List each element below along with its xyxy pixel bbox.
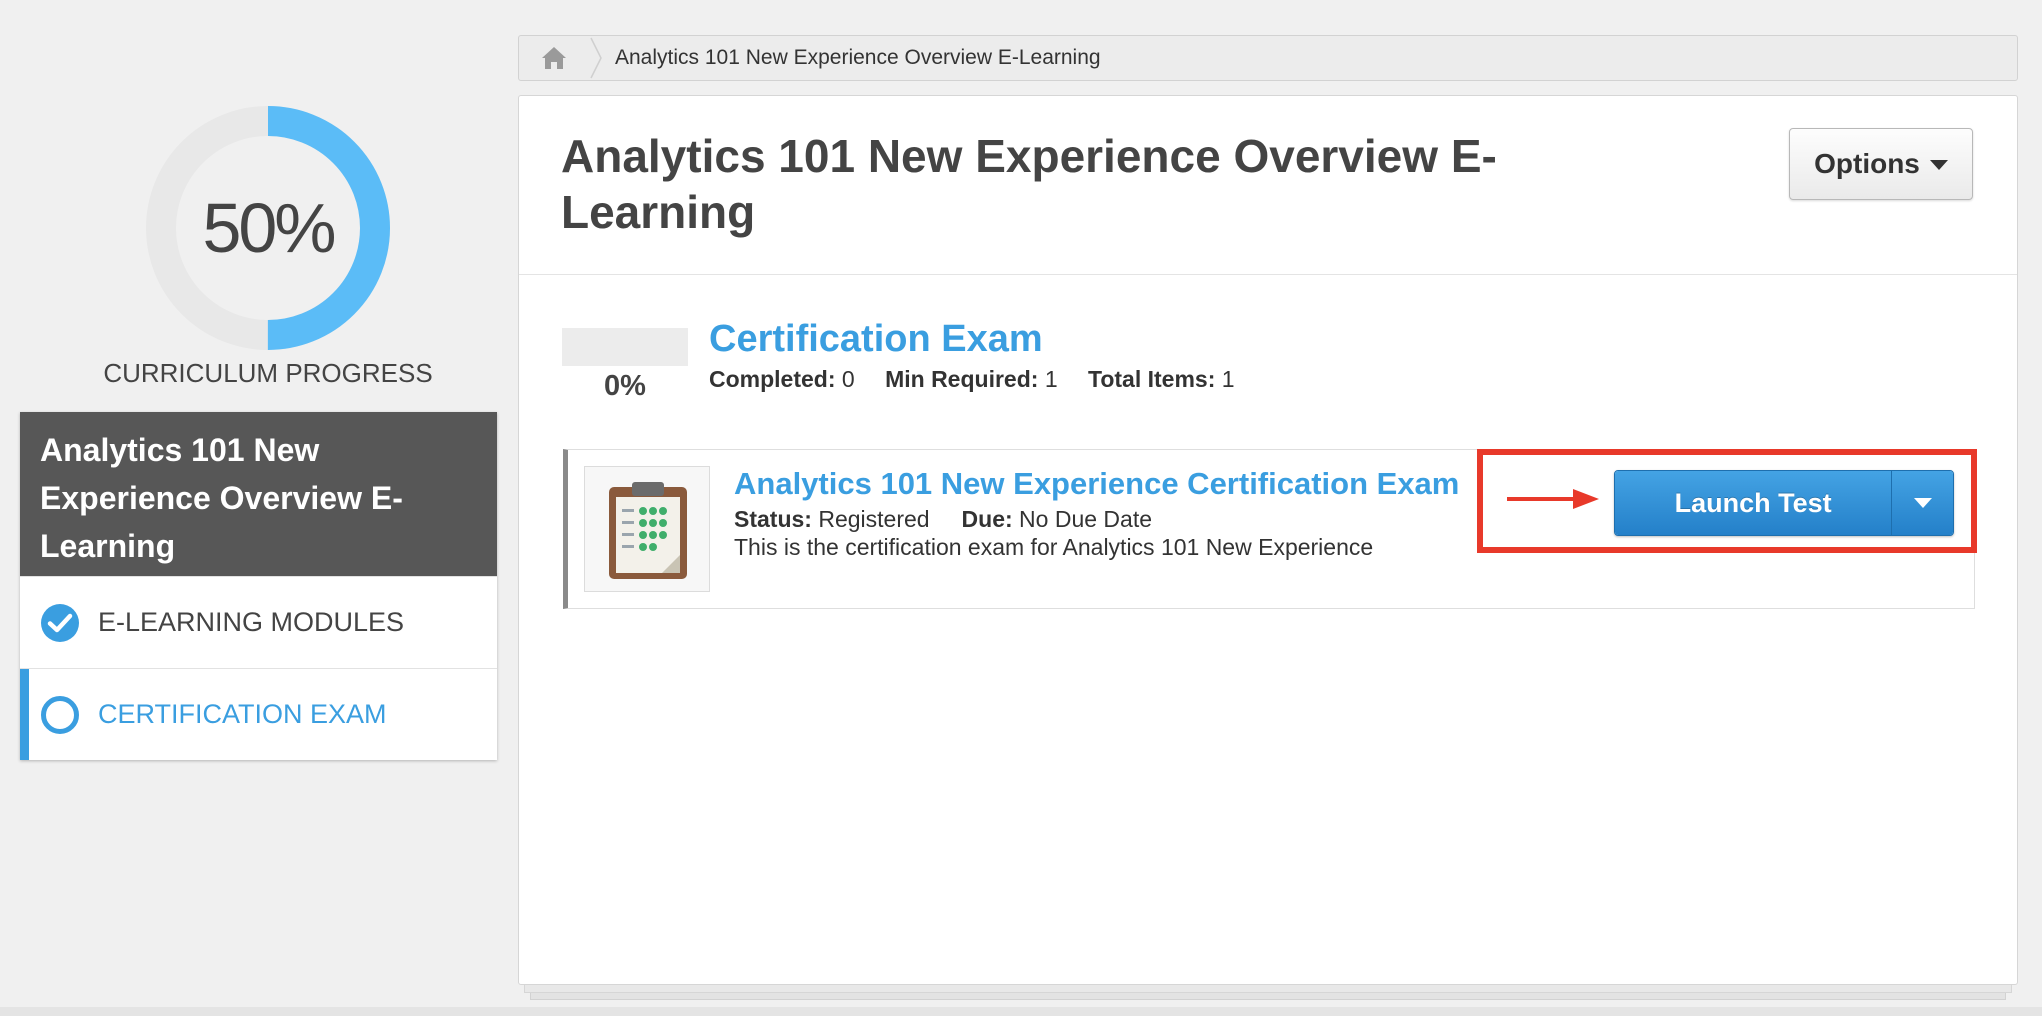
curriculum-progress-percent: 50%: [202, 189, 336, 267]
sidebar-item-label: CERTIFICATION EXAM: [98, 699, 387, 729]
status-label: Status:: [734, 506, 812, 532]
breadcrumb: Analytics 101 New Experience Overview E-…: [518, 35, 2018, 81]
launch-test-button-group: Launch Test: [1614, 470, 1954, 536]
sidebar-item-certification-exam[interactable]: CERTIFICATION EXAM: [20, 668, 497, 760]
exam-title-link[interactable]: Analytics 101 New Experience Certificati…: [734, 466, 1459, 502]
breadcrumb-separator-icon: [590, 37, 602, 79]
launch-test-button[interactable]: Launch Test: [1615, 471, 1892, 535]
curriculum-progress-label: CURRICULUM PROGRESS: [103, 358, 433, 388]
sidebar-item-label: E-LEARNING MODULES: [98, 607, 405, 637]
main-panel: Analytics 101 New Experience Overview E-…: [518, 95, 2018, 985]
exam-thumbnail[interactable]: [584, 466, 710, 592]
clipboard-icon: [609, 482, 687, 579]
completed-label: Completed:: [709, 366, 836, 392]
options-label: Options: [1814, 148, 1920, 179]
section-stats: Completed: 0 Min Required: 1 Total Items…: [709, 366, 1235, 393]
panel-shadow: [524, 985, 2012, 993]
total-items-label: Total Items:: [1088, 366, 1216, 392]
caret-down-icon: [1913, 498, 1932, 508]
exam-meta: Status: Registered Due: No Due Date: [734, 506, 1152, 533]
check-circle-icon: [41, 603, 79, 642]
section-progress-percent: 0%: [604, 370, 646, 402]
curriculum-title: Analytics 101 New Experience Overview E-…: [20, 412, 497, 576]
due-value: No Due Date: [1019, 506, 1153, 532]
due-label: Due:: [961, 506, 1013, 532]
completed-value: 0: [841, 366, 855, 392]
arrow-right-icon: [1507, 489, 1599, 509]
curriculum-sidebar: Analytics 101 New Experience Overview E-…: [20, 412, 497, 760]
empty-circle-icon: [41, 695, 79, 734]
options-button[interactable]: Options: [1789, 128, 1973, 200]
min-required-label: Min Required:: [885, 366, 1039, 392]
min-required-value: 1: [1044, 366, 1058, 392]
launch-test-dropdown-toggle[interactable]: [1891, 471, 1953, 535]
caret-down-icon: [1929, 160, 1948, 170]
home-icon: [542, 47, 566, 69]
total-items-value: 1: [1221, 366, 1235, 392]
breadcrumb-current[interactable]: Analytics 101 New Experience Overview E-…: [615, 46, 1101, 70]
exam-description: This is the certification exam for Analy…: [734, 534, 1374, 560]
status-value: Registered: [818, 506, 930, 532]
sidebar-item-e-learning-modules[interactable]: E-LEARNING MODULES: [20, 576, 497, 668]
page-bottom-strip: [0, 1007, 2042, 1016]
breadcrumb-home[interactable]: [519, 36, 589, 80]
page-title: Analytics 101 New Experience Overview E-…: [561, 130, 1497, 238]
section-progress-bar: [562, 328, 688, 366]
panel-shadow: [530, 993, 2006, 1000]
divider: [519, 274, 2017, 275]
section-title[interactable]: Certification Exam: [709, 318, 1043, 361]
